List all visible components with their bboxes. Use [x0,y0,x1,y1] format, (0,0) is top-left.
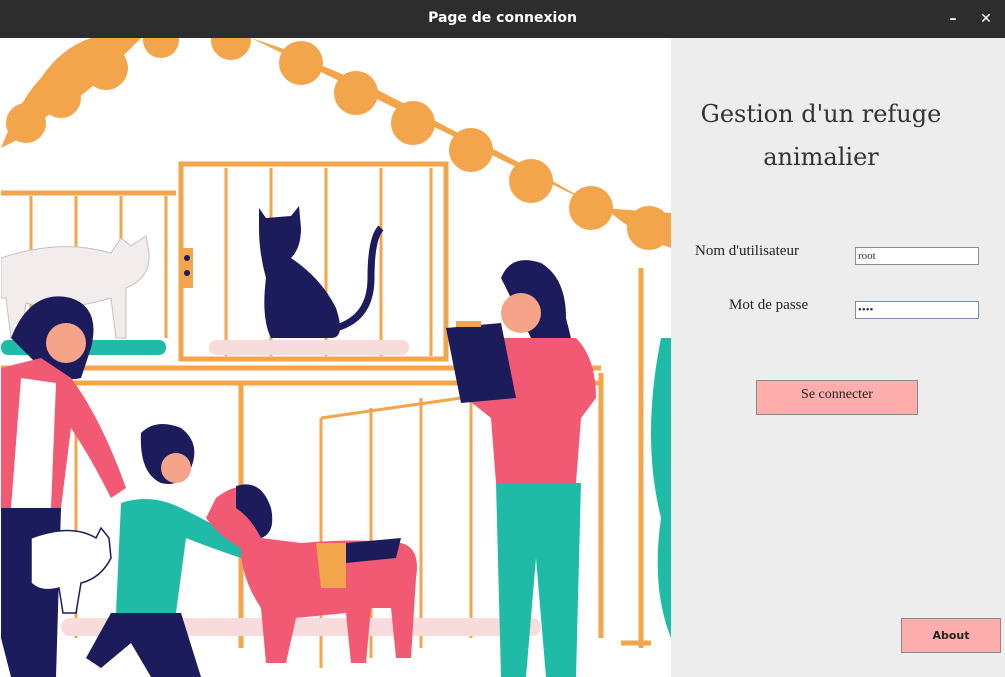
minimize-icon[interactable]: – [943,9,963,29]
about-button[interactable]: About [901,618,1001,653]
connect-button[interactable]: Se connecter [756,380,918,415]
login-panel: Gestion d'un refuge animalier Nom d'util… [671,38,1005,677]
close-icon[interactable]: ✕ [976,9,996,29]
username-field[interactable] [855,247,979,265]
app-title-line1: Gestion d'un refuge [700,100,942,128]
login-window: Page de connexion – ✕ Gestion d'un refug… [0,0,1005,677]
password-field[interactable] [855,301,979,319]
title-bar: Page de connexion – ✕ [0,0,1005,39]
animal-shelter-illustration-icon [1,38,671,677]
username-label: Nom d'utilisateur [695,243,799,259]
window-title: Page de connexion [428,10,577,26]
window-content: Gestion d'un refuge animalier Nom d'util… [0,38,1005,677]
app-title-line2: animalier [763,143,879,171]
password-label: Mot de passe [729,297,809,313]
